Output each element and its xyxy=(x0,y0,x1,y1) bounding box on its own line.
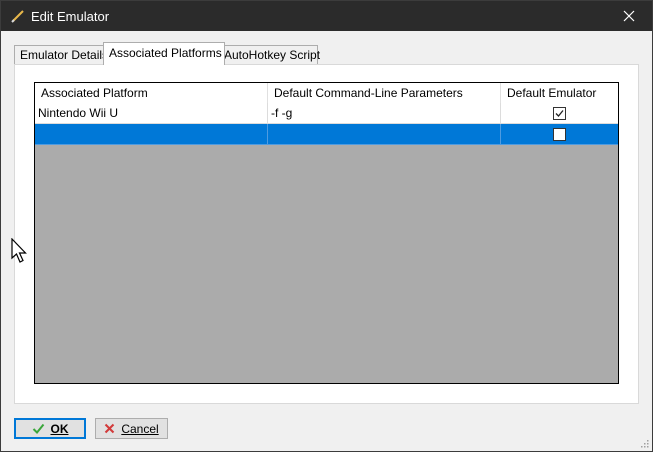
checkmark-icon xyxy=(555,110,564,117)
resize-grip-icon[interactable] xyxy=(639,438,649,448)
tab-autohotkey-script[interactable]: AutoHotkey Script xyxy=(218,45,320,64)
cross-icon xyxy=(105,423,115,434)
default-emulator-cell[interactable] xyxy=(501,103,618,124)
table-row-selected[interactable] xyxy=(35,124,618,145)
default-emulator-checkbox[interactable] xyxy=(553,107,566,120)
tab-emulator-details[interactable]: Emulator Details xyxy=(14,45,108,64)
checkmark-icon xyxy=(32,423,44,434)
grid-header: Associated Platform Default Command-Line… xyxy=(35,83,618,104)
platforms-grid[interactable]: Associated Platform Default Command-Line… xyxy=(34,82,619,384)
close-icon xyxy=(623,10,635,22)
associated-platforms-panel: Associated Platform Default Command-Line… xyxy=(14,64,639,404)
pencil-icon xyxy=(10,8,26,24)
cancel-button-label: Cancel xyxy=(121,421,159,436)
platform-cell[interactable] xyxy=(35,124,268,145)
table-row[interactable]: Nintendo Wii U -f -g xyxy=(35,103,618,124)
window-title: Edit Emulator xyxy=(31,9,110,24)
ok-button[interactable]: OK xyxy=(14,418,86,439)
edit-emulator-window: Edit Emulator Emulator Details Associate… xyxy=(0,0,653,452)
close-button[interactable] xyxy=(606,1,652,31)
cancel-button[interactable]: Cancel xyxy=(95,418,168,439)
parameters-cell[interactable]: -f -g xyxy=(268,103,501,124)
ok-button-label: OK xyxy=(50,421,69,436)
column-header-parameters[interactable]: Default Command-Line Parameters xyxy=(268,83,501,103)
default-emulator-checkbox[interactable] xyxy=(553,128,566,141)
mouse-cursor-icon xyxy=(11,238,27,263)
column-header-platform[interactable]: Associated Platform xyxy=(35,83,268,103)
default-emulator-cell[interactable] xyxy=(501,124,618,145)
column-header-default-emulator[interactable]: Default Emulator xyxy=(501,83,618,103)
title-bar[interactable]: Edit Emulator xyxy=(1,1,652,31)
platform-cell[interactable]: Nintendo Wii U xyxy=(35,103,268,124)
parameters-cell[interactable] xyxy=(268,124,501,145)
tab-associated-platforms[interactable]: Associated Platforms xyxy=(103,42,225,65)
